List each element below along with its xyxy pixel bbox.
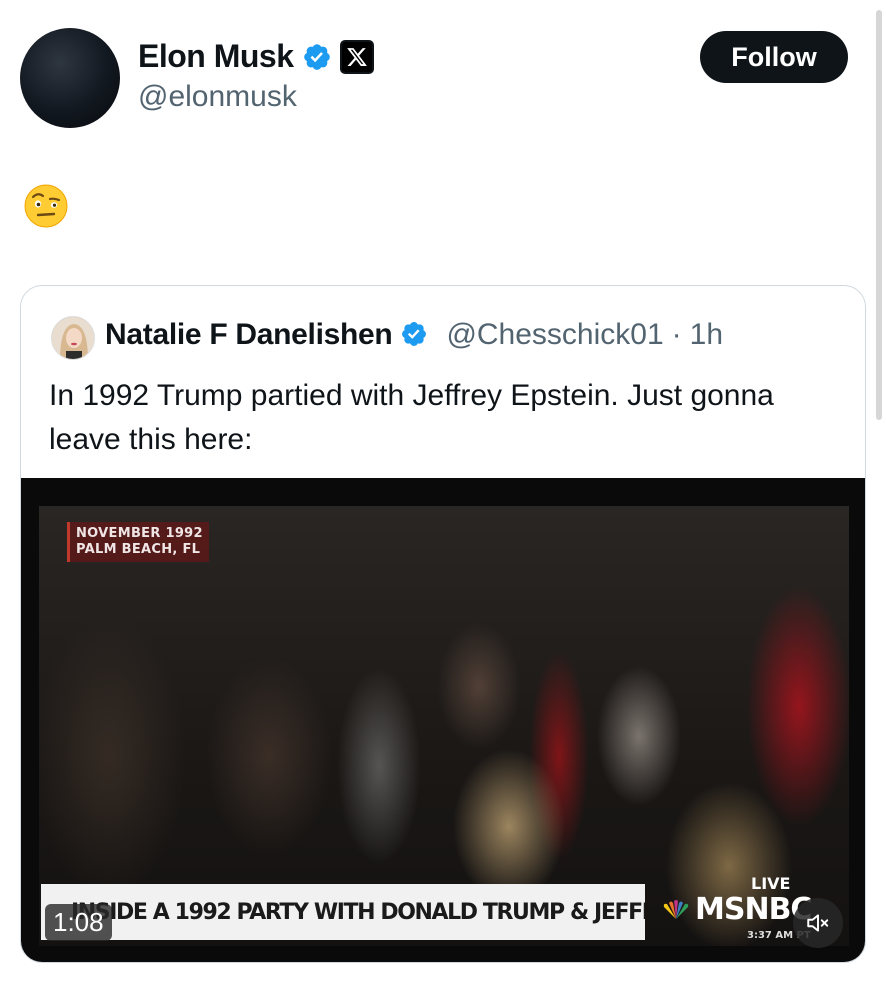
author-handle[interactable]: @elonmusk [138, 80, 297, 114]
dateline-place: PALM BEACH, FL [76, 542, 201, 557]
quoted-separator: · [671, 318, 682, 351]
verified-badge-icon [302, 42, 332, 72]
author-avatar[interactable] [20, 28, 120, 128]
quoted-author-avatar[interactable] [51, 316, 95, 360]
quoted-author-handle[interactable]: @Chesschick01 [446, 318, 663, 352]
video-lower-third: INSIDE A 1992 PARTY WITH DONALD TRUMP & … [41, 884, 645, 940]
video-frame [39, 506, 849, 946]
video-player[interactable]: NOVEMBER 1992 PALM BEACH, FL INSIDE A 19… [21, 478, 865, 962]
face-with-raised-eyebrow-emoji [24, 184, 68, 228]
video-dateline: NOVEMBER 1992 PALM BEACH, FL [67, 522, 209, 562]
quoted-header: Natalie F Danelishen @Chesschick01 · 1h [105, 318, 723, 352]
scrollbar[interactable] [876, 10, 882, 420]
speaker-muted-icon[interactable] [793, 898, 843, 948]
quoted-author-name[interactable]: Natalie F Danelishen [105, 318, 393, 352]
dateline-date: NOVEMBER 1992 [76, 526, 203, 541]
quoted-post-card[interactable]: Natalie F Danelishen @Chesschick01 · 1h … [20, 285, 866, 963]
quoted-time[interactable]: 1h [690, 318, 723, 352]
network-logo: MSNBC [661, 892, 812, 927]
video-timestamp: 1:08 [45, 904, 112, 941]
verified-badge-icon [400, 320, 430, 350]
author-name-row: Elon Musk [138, 38, 374, 75]
quoted-text: In 1992 Trump partied with Jeffrey Epste… [49, 379, 774, 456]
author-display-name[interactable]: Elon Musk [138, 38, 294, 75]
live-label: LIVE [751, 874, 791, 893]
peacock-icon [663, 899, 689, 919]
x-logo-icon [339, 39, 374, 74]
follow-button[interactable]: Follow [700, 31, 848, 83]
